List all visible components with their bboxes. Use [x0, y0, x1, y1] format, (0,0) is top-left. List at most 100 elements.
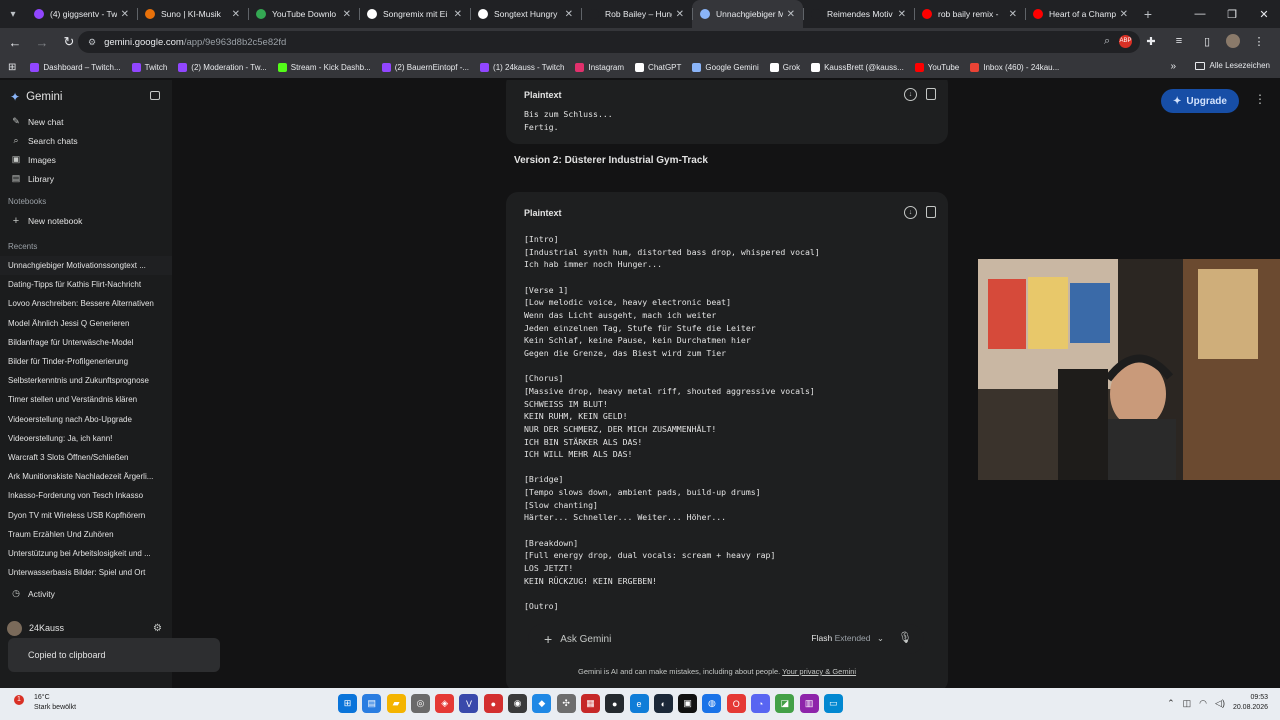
- browser-tab[interactable]: Songremix mit Ei ✕: [359, 0, 470, 28]
- bookmark-item[interactable]: Twitch: [131, 62, 167, 72]
- site-info-icon[interactable]: ⚙: [88, 37, 96, 48]
- prompt-input[interactable]: [560, 633, 761, 645]
- close-tab-icon[interactable]: ✕: [232, 9, 240, 20]
- browser-tab[interactable]: Suno | KI-Musik ✕: [137, 0, 248, 28]
- tray-app-icon[interactable]: ◫: [1183, 698, 1192, 709]
- chrome-icon[interactable]: ◍: [702, 694, 722, 713]
- minimize-icon[interactable]: —: [1184, 0, 1216, 28]
- volume-icon[interactable]: ◁): [1215, 698, 1225, 709]
- activity-link[interactable]: ◷ Activity: [0, 584, 172, 603]
- record-app-icon[interactable]: ●: [483, 694, 503, 713]
- zoom-icon[interactable]: ⌕: [1104, 35, 1110, 48]
- bookmark-item[interactable]: Instagram: [575, 62, 624, 72]
- notepad-icon[interactable]: ▤: [362, 694, 382, 713]
- close-tab-icon[interactable]: ✕: [1120, 9, 1128, 20]
- red-app-icon[interactable]: ◈: [435, 694, 455, 713]
- tray-chevron-icon[interactable]: ⌃: [1167, 698, 1175, 709]
- bookmark-item[interactable]: YouTube: [914, 62, 959, 72]
- recent-chat-item[interactable]: Traum Erzählen Und Zuhören: [0, 525, 172, 544]
- bookmark-item[interactable]: Dashboard – Twitch...: [30, 62, 121, 72]
- extensions-icon[interactable]: ✚: [1142, 32, 1160, 50]
- recent-chat-item[interactable]: Unterstützung bei Arbeitslosigkeit und .…: [0, 544, 172, 563]
- settings-gear-icon[interactable]: ⚙: [153, 623, 162, 634]
- all-bookmarks-button[interactable]: Alle Lesezeichen: [1194, 61, 1270, 70]
- mouse-app-icon[interactable]: ◎: [410, 694, 430, 713]
- bookmark-item[interactable]: (2) Moderation - Tw...: [178, 62, 267, 72]
- recent-chat-item[interactable]: Bilder für Tinder-Profilgenerierung: [0, 352, 172, 371]
- address-bar[interactable]: ⚙ gemini.google.com/app/9e963d8b2c5e82fd…: [78, 31, 1140, 53]
- recent-chat-item[interactable]: Dyon TV mit Wireless USB Kopfhörern: [0, 505, 172, 524]
- browser-tab[interactable]: rob baily remix - ✕: [914, 0, 1025, 28]
- recent-chat-item[interactable]: Unnachgiebiger Motivationssongtext ...: [0, 256, 172, 276]
- github-icon[interactable]: ●: [605, 694, 625, 713]
- notepad-red-icon[interactable]: ▦: [580, 694, 600, 713]
- blue-app-icon[interactable]: ◆: [532, 694, 552, 713]
- microphone-icon[interactable]: 🎙: [898, 631, 912, 644]
- recent-chat-item[interactable]: Model Ähnlich Jessi Q Generieren: [0, 314, 172, 333]
- copy-icon[interactable]: [926, 206, 936, 218]
- sidebar-item-library[interactable]: ▤ Library: [0, 169, 172, 188]
- opera-icon[interactable]: O: [726, 694, 746, 713]
- close-tab-icon[interactable]: ✕: [565, 9, 573, 20]
- recent-chat-item[interactable]: Inkasso-Forderung von Tesch Inkasso: [0, 486, 172, 505]
- close-tab-icon[interactable]: ✕: [454, 9, 462, 20]
- split-view-icon[interactable]: ▯: [1198, 32, 1216, 50]
- discord-icon[interactable]: ◔: [751, 694, 771, 713]
- download-icon[interactable]: ↓: [904, 88, 917, 101]
- recent-chat-item[interactable]: Warcraft 3 Slots Öffnen/Schließen: [0, 448, 172, 467]
- restore-icon[interactable]: ❐: [1216, 0, 1248, 28]
- close-tab-icon[interactable]: ✕: [1009, 9, 1017, 20]
- sidebar-item-images[interactable]: ▣ Images: [0, 150, 172, 169]
- recent-chat-item[interactable]: Unterwasserbasis Bilder: Spiel und Ort: [0, 563, 172, 582]
- close-tab-icon[interactable]: ✕: [343, 9, 351, 20]
- yellow-app-icon[interactable]: ◪: [775, 694, 795, 713]
- recent-chat-item[interactable]: Lovoo Anschreiben: Bessere Alternativen: [0, 294, 172, 313]
- browser-tab[interactable]: Songtext Hungry ✕: [470, 0, 581, 28]
- browser-tab[interactable]: Reimendes Motiv ✕: [803, 0, 914, 28]
- copy-icon[interactable]: [926, 88, 936, 100]
- media-icon[interactable]: ≡: [1170, 32, 1188, 50]
- more-options-icon[interactable]: ⋮: [1254, 92, 1266, 106]
- download-icon[interactable]: ↓: [904, 206, 917, 219]
- new-tab-button[interactable]: +: [1136, 6, 1160, 22]
- recent-chat-item[interactable]: Videoerstellung: Ja, ich kann!: [0, 429, 172, 448]
- close-window-icon[interactable]: ✕: [1248, 0, 1280, 28]
- clock[interactable]: 09:53 20.08.2026: [1233, 693, 1268, 713]
- windows-start-icon[interactable]: ⊞: [338, 694, 357, 713]
- weather-widget[interactable]: 1 16°C Stark bewölkt: [14, 693, 76, 713]
- close-tab-icon[interactable]: ✕: [121, 9, 129, 20]
- recent-chat-item[interactable]: Ark Munitionskiste Nachladezeit Ärgerli.…: [0, 467, 172, 486]
- recent-chat-item[interactable]: Timer stellen und Verständnis klären: [0, 390, 172, 409]
- v-app-icon[interactable]: V: [459, 694, 479, 713]
- recent-chat-item[interactable]: Videoerstellung nach Abo-Upgrade: [0, 410, 172, 429]
- bookmark-item[interactable]: (2) BauernEintopf -...: [381, 62, 469, 72]
- recent-chat-item[interactable]: Selbsterkenntnis und Zukunftsprognose: [0, 371, 172, 390]
- sidebar-item-new-chat[interactable]: ✎ New chat: [0, 112, 172, 131]
- adblock-icon[interactable]: ABP: [1119, 34, 1132, 48]
- browser-tab[interactable]: Heart of a Champ ✕: [1025, 0, 1136, 28]
- browser-tab[interactable]: Unnachgiebiger M ✕: [692, 0, 803, 28]
- edge-app-icon[interactable]: e: [629, 694, 649, 713]
- wifi-icon[interactable]: ◠: [1199, 698, 1207, 709]
- bookmark-item[interactable]: Stream - Kick Dashb...: [277, 62, 371, 72]
- upgrade-button[interactable]: ✦ Upgrade: [1161, 89, 1239, 113]
- chrome-menu-icon[interactable]: ⋮: [1250, 32, 1268, 50]
- file-explorer-icon[interactable]: ▰: [386, 694, 406, 713]
- sidebar-item-search-chats[interactable]: ⌕ Search chats: [0, 131, 172, 150]
- obs-icon[interactable]: ◉: [508, 694, 528, 713]
- window-app-icon[interactable]: ▭: [823, 694, 843, 713]
- bookmark-item[interactable]: Inbox (460) - 24kau...: [970, 62, 1059, 72]
- close-tab-icon[interactable]: ✕: [898, 9, 906, 20]
- bookmark-item[interactable]: KaussBrett (@kauss...: [811, 62, 904, 72]
- bookmark-item[interactable]: Google Gemini: [692, 62, 759, 72]
- forward-icon[interactable]: →: [30, 30, 54, 54]
- bookmark-item[interactable]: Grok: [769, 62, 800, 72]
- profile-avatar[interactable]: [1226, 34, 1240, 48]
- close-tab-icon[interactable]: ✕: [787, 9, 795, 20]
- network-app-icon[interactable]: ✣: [556, 694, 576, 713]
- bookmark-item[interactable]: (1) 24kauss - Twitch: [480, 62, 564, 72]
- privacy-link[interactable]: Your privacy & Gemini: [782, 667, 856, 676]
- close-tab-icon[interactable]: ✕: [676, 9, 684, 20]
- new-notebook-button[interactable]: + New notebook: [0, 211, 172, 230]
- tab-search-chevron-icon[interactable]: ▾: [0, 0, 26, 28]
